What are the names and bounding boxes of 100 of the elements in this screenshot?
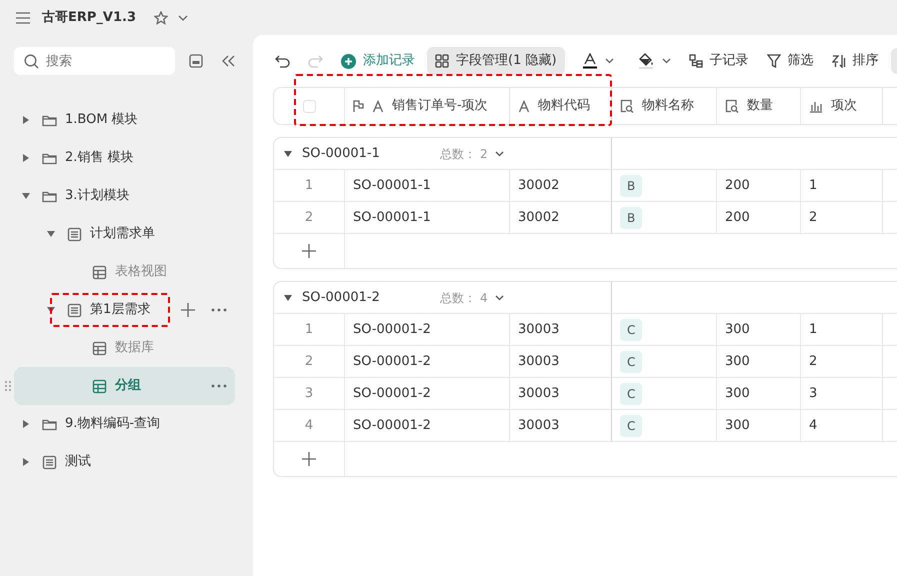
table-cell-text: SO-00001-1 [353,208,431,227]
sort-button[interactable]: 排序 [826,47,885,75]
table-cell-text: 30002 [518,208,560,227]
filter-button[interactable]: 筛选 [760,47,820,75]
table-cell-text: 1 [809,320,818,339]
tree-item[interactable]: 测试 [14,443,235,481]
tree-label: 1.BOM 模块 [65,111,138,130]
app-title: 古哥ERP_V1.3 [42,8,136,27]
table-cell-text: 2 [809,352,818,371]
tag: C [620,382,642,404]
sheet-icon [42,454,57,470]
undo-icon [275,54,290,68]
tree-item[interactable]: 1.BOM 模块 [14,101,235,139]
table-cell-text: SO-00001-1 [353,176,431,195]
caret-right-icon[interactable] [22,154,30,162]
table-cell-text: SO-00001-2 [353,384,431,403]
lookup-icon [725,99,739,113]
row-number: 2 [304,352,314,371]
tree-label: 9.物料编码-查询 [65,415,160,434]
field-manager-button[interactable]: 字段管理(1 隐藏) [427,47,565,75]
bar-chart-icon [809,99,823,113]
more-icon[interactable] [211,384,227,388]
grid-icon [435,54,449,68]
tag: C [620,350,642,372]
column-header[interactable]: 物料名称 [612,88,717,124]
chevron-down-icon [494,150,504,156]
table-cell-text: 30003 [518,320,560,339]
tag: C [620,414,642,436]
tree-label: 计划需求单 [90,225,155,244]
flag-icon [353,100,364,112]
table-cell-text: 3 [809,384,818,403]
column-header[interactable]: 数量 [717,88,801,124]
search-icon [24,54,39,69]
filter-icon [766,54,781,68]
tree-label: 分组 [115,377,141,396]
add-record-button[interactable]: 添加记录 [335,47,421,75]
sort-icon [832,54,846,68]
collapse-icon[interactable] [221,55,235,67]
column-header[interactable]: 项次 [801,88,883,124]
table-cell-text: SO-00001-2 [353,352,431,371]
caret-down-icon[interactable] [22,192,30,200]
tree-label: 测试 [65,453,91,472]
table-cell-text: 200 [725,176,750,195]
star-icon[interactable] [154,10,168,24]
tree-label: 第1层需求 [90,301,150,320]
caret-down-icon[interactable] [284,294,292,302]
tree-item[interactable]: 第1层需求 [14,291,235,329]
group-title: SO-00001-2 [302,288,381,307]
tree-item[interactable]: 2.销售 模块 [14,139,235,177]
chevron-down-icon[interactable] [178,14,188,20]
caret-right-icon[interactable] [22,458,30,466]
panel-icon[interactable] [189,54,203,68]
chevron-down-icon [494,294,504,300]
table-cell-text: 2 [809,208,818,227]
caret-down-icon [604,58,614,64]
table-cell-text: 30002 [518,176,560,195]
table-cell-text: 300 [725,352,750,371]
redo-icon [308,54,323,68]
subrecord-button[interactable]: 子记录 [682,47,755,75]
row-number: 1 [304,320,314,339]
sheet-icon [67,226,82,242]
caret-down-icon[interactable] [47,230,55,238]
lookup-icon [620,99,634,113]
table-cell-text: 300 [725,416,750,435]
column-header[interactable]: 物料代码 [510,88,612,124]
table-cell-text: 1 [809,176,818,195]
tree-item[interactable]: 计划需求单 [14,215,235,253]
text-type-icon [518,100,530,112]
more-icon[interactable] [211,308,227,312]
paint-bucket-icon [638,53,654,69]
table-cell-text: 30003 [518,352,560,371]
text-type-icon [372,100,384,112]
tree-item[interactable]: 3.计划模块 [14,177,235,215]
table-cell-text: 200 [725,208,750,227]
search-field[interactable]: 搜索 [14,47,175,75]
add-row-icon[interactable] [302,452,316,466]
tag: C [620,318,642,340]
menu-icon[interactable] [16,12,30,24]
column-header[interactable]: 销售订单号-项次 [345,88,510,124]
row-number: 4 [304,416,314,435]
tree-item[interactable]: 9.物料编码-查询 [14,405,235,443]
add-icon[interactable] [181,303,195,317]
table-cell-text: 30003 [518,384,560,403]
select-all-checkbox[interactable] [302,100,316,112]
add-row-icon[interactable] [302,244,316,258]
tag: B [620,174,642,196]
row-number: 3 [304,384,314,403]
tree-label: 表格视图 [115,263,167,282]
plus-circle-icon [341,54,356,68]
tree-label: 3.计划模块 [65,187,130,206]
tree-label: 2.销售 模块 [65,149,134,168]
caret-down-icon [662,58,671,64]
caret-right-icon[interactable] [22,116,30,124]
caret-right-icon[interactable] [22,420,30,428]
caret-down-icon[interactable] [284,150,292,158]
tag: B [620,206,642,228]
drag-handle-icon[interactable] [5,381,11,391]
table-icon [92,378,107,394]
table-icon [92,264,107,280]
caret-down-icon[interactable] [47,306,55,314]
